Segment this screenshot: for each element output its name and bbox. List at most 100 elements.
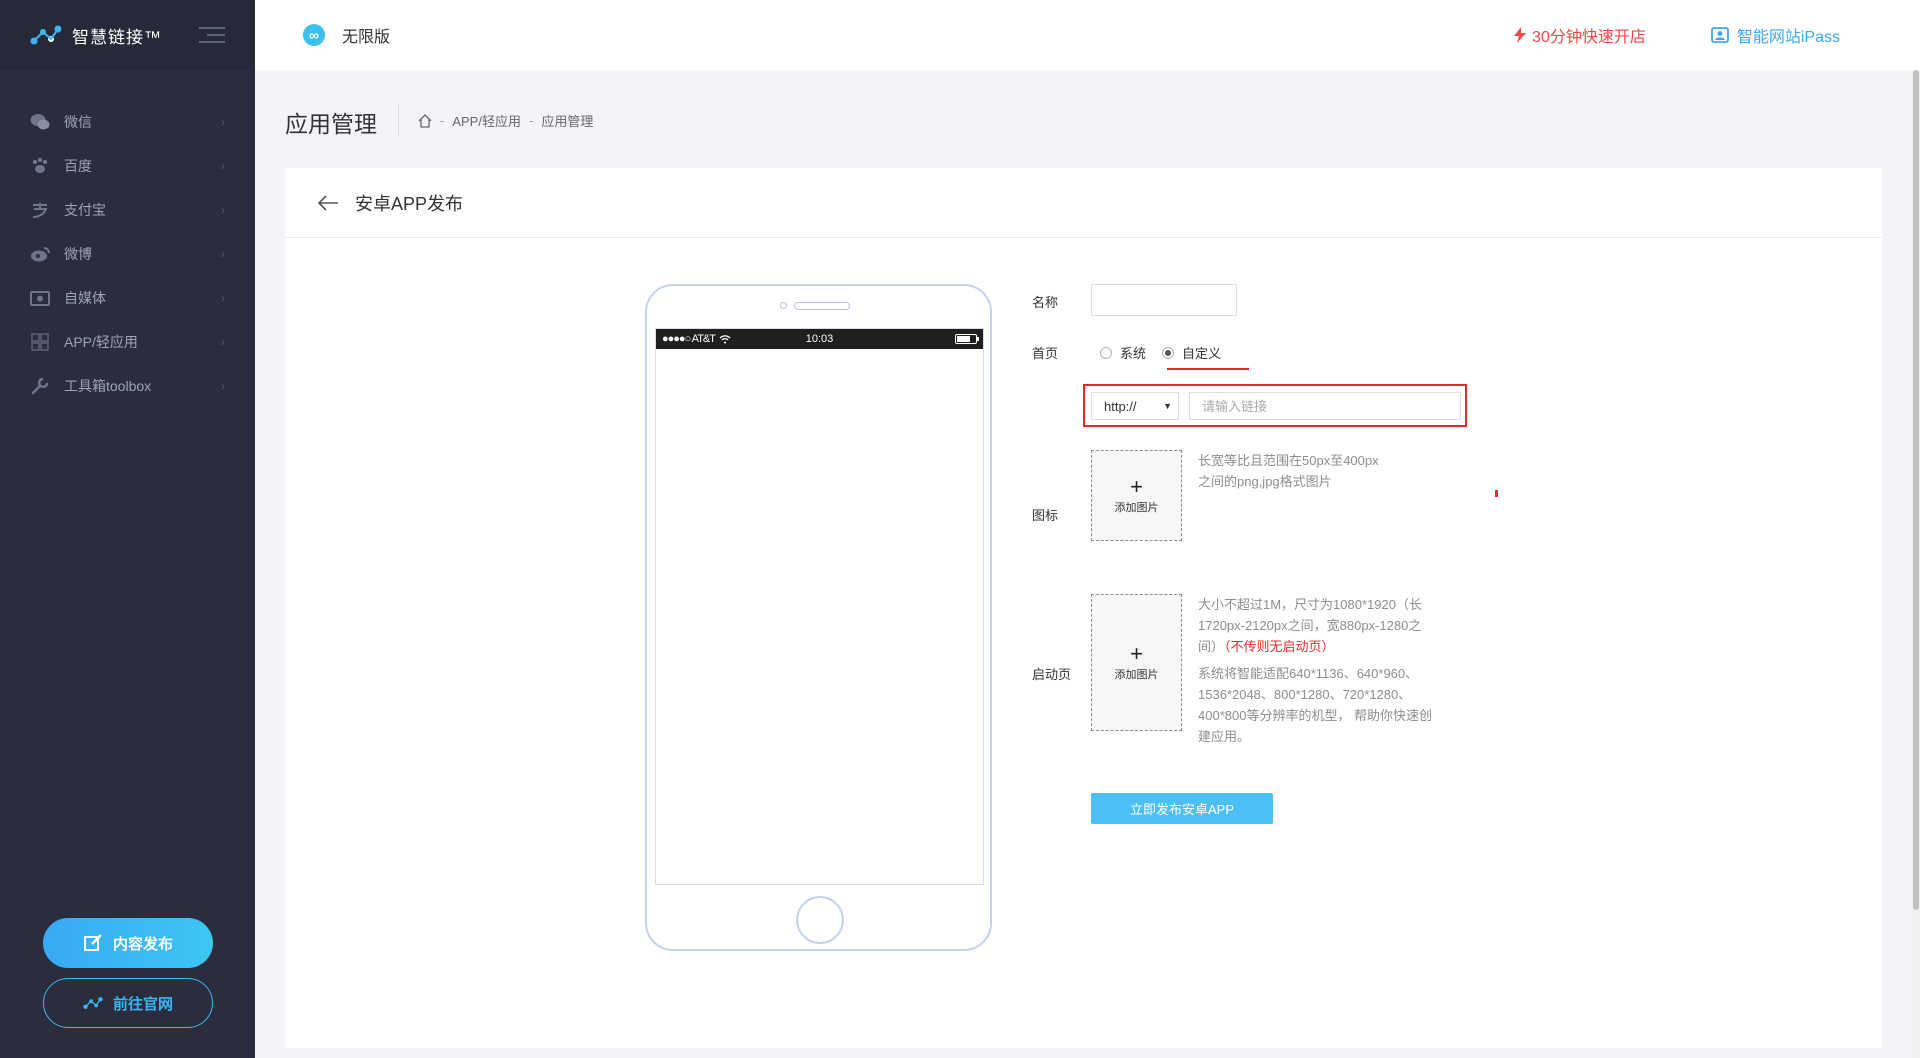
phone-time: 10:03 — [805, 333, 834, 345]
icon-label: 图标 — [1032, 508, 1059, 523]
breadcrumb-separator: - — [440, 113, 445, 128]
app-grid-icon — [30, 332, 50, 352]
sidebar-item-label: APP/轻应用 — [64, 334, 138, 350]
scrollbar-thumb[interactable] — [1913, 70, 1919, 910]
splash-hint-line: 大小不超过1M，尺寸为1080*1920（长 — [1198, 597, 1422, 612]
custom-option-highlight — [1167, 368, 1249, 370]
phone-camera — [780, 302, 787, 309]
add-image-label: 添加图片 — [1114, 501, 1159, 514]
radio-circle[interactable] — [1100, 346, 1112, 359]
phone-preview: ●●●●○ AT&T 10:03 — [645, 284, 992, 951]
protocol-value: http:// — [1104, 398, 1137, 414]
brand-logo-icon — [30, 25, 62, 45]
sidebar-item-alipay[interactable]: 支付宝 › — [0, 188, 255, 232]
paw-icon — [30, 156, 50, 176]
home-icon[interactable] — [418, 113, 432, 128]
edit-icon — [83, 934, 102, 951]
splash-warning: （不传则无启动页） — [1224, 639, 1335, 654]
custom-link-box: http:// ▼ — [1083, 384, 1467, 427]
chevron-right-icon: › — [221, 159, 225, 173]
home-option-system[interactable]: 系统 — [1100, 343, 1146, 362]
menu-toggle-icon[interactable] — [199, 27, 225, 43]
splash-hint-line: 1720px-2120px之间，宽880px-1280之 — [1198, 618, 1422, 633]
home-option-custom[interactable]: 自定义 — [1162, 343, 1221, 362]
sidebar-item-label: 微博 — [64, 246, 92, 262]
chevron-right-icon: › — [221, 115, 225, 129]
back-arrow-icon[interactable] — [315, 190, 341, 216]
content-publish-button[interactable]: 内容发布 — [43, 918, 213, 968]
brand: 智慧链接™ — [0, 0, 255, 70]
infinity-icon: ∞ — [303, 24, 325, 46]
chevron-right-icon: › — [221, 203, 225, 217]
publish-card: 安卓APP发布 ●●●●○ AT&T 10:03 名称 首页 系统 自定义 ht… — [285, 168, 1882, 1048]
sidebar-item-label: 工具箱toolbox — [64, 378, 152, 394]
profile-card-icon — [1710, 27, 1729, 43]
chevron-right-icon: › — [221, 291, 225, 305]
card-title: 安卓APP发布 — [355, 193, 464, 214]
title-divider — [398, 103, 399, 137]
splash-hint-line: 1536*2048、800*1280、720*1280、 — [1198, 687, 1412, 702]
link-input[interactable] — [1189, 392, 1461, 420]
ipass-label: 智能网站iPass — [1736, 29, 1840, 46]
home-radio-group: 系统 自定义 — [1100, 343, 1237, 362]
alipay-icon — [30, 200, 50, 220]
sidebar-item-toolbox[interactable]: 工具箱toolbox › — [0, 364, 255, 408]
sidebar-item-label: 自媒体 — [64, 290, 106, 306]
icon-upload[interactable]: + 添加图片 — [1091, 450, 1182, 541]
chevron-right-icon: › — [221, 247, 225, 261]
icon-hint-line: 之间的png,jpg格式图片 — [1198, 474, 1332, 489]
card-header: 安卓APP发布 — [285, 168, 1882, 238]
breadcrumb-separator: - — [528, 113, 534, 128]
plus-icon: + — [1130, 640, 1143, 666]
radio-circle[interactable] — [1162, 346, 1175, 359]
sidebar-item-label: 支付宝 — [64, 202, 106, 218]
home-label: 首页 — [1032, 346, 1059, 361]
red-mark — [1495, 490, 1498, 497]
publish-android-app-button[interactable]: 立即发布安卓APP — [1091, 793, 1273, 824]
sidebar-item-app[interactable]: APP/轻应用 › — [0, 320, 255, 364]
edition-label: 无限版 — [342, 29, 391, 46]
sidebar-item-label: 微信 — [64, 114, 92, 130]
scrollbar[interactable] — [1912, 70, 1920, 1058]
sidebar: 智慧链接™ 微信 › 百度 › 支付宝 › 微博 › 自媒体 › APP/轻应用… — [0, 0, 255, 1058]
splash-hint-text: 间） — [1198, 639, 1225, 654]
brand-name: 智慧链接™ — [72, 27, 162, 47]
official-site-button[interactable]: 前往官网 — [43, 978, 213, 1028]
ipass-link[interactable]: 智能网站iPass — [1710, 23, 1840, 47]
phone-home-button — [796, 896, 844, 944]
phone-screen: ●●●●○ AT&T 10:03 — [655, 328, 984, 885]
protocol-select[interactable]: http:// ▼ — [1091, 392, 1179, 420]
battery-icon — [955, 334, 979, 344]
topbar: ∞ 无限版 30分钟快速开店 智能网站iPass — [255, 0, 1920, 70]
sidebar-item-media[interactable]: 自媒体 › — [0, 276, 255, 320]
icon-hint: 长宽等比且范围在50px至400px 之间的png,jpg格式图片 — [1198, 450, 1379, 492]
wechat-icon — [30, 112, 50, 132]
chevron-right-icon: › — [221, 335, 225, 349]
official-site-label: 前往官网 — [112, 995, 173, 1013]
breadcrumb-item[interactable]: APP/轻应用 — [452, 111, 521, 130]
breadcrumb: - APP/轻应用 - 应用管理 — [418, 111, 593, 130]
quick-store-label: 30分钟快速开店 — [1532, 29, 1646, 46]
sidebar-item-weibo[interactable]: 微博 › — [0, 232, 255, 276]
icon-hint-line: 长宽等比且范围在50px至400px — [1198, 453, 1379, 468]
phone-speaker — [794, 302, 850, 310]
chevron-right-icon: › — [221, 379, 225, 393]
weibo-icon — [30, 244, 50, 264]
app-name-input[interactable] — [1091, 284, 1237, 316]
add-image-label: 添加图片 — [1114, 668, 1159, 681]
sidebar-item-baidu[interactable]: 百度 › — [0, 144, 255, 188]
splash-hint-line: 系统将智能适配640*1136、640*960、 — [1198, 666, 1419, 681]
page-title: 应用管理 — [285, 111, 377, 137]
lightning-icon — [1514, 27, 1527, 43]
splash-label: 启动页 — [1032, 667, 1072, 682]
radio-label: 系统 — [1120, 346, 1147, 361]
name-label: 名称 — [1032, 295, 1059, 310]
quick-store-link[interactable]: 30分钟快速开店 — [1514, 23, 1646, 47]
plus-icon: + — [1130, 473, 1143, 499]
brand-logo-icon — [83, 997, 103, 1009]
radio-label: 自定义 — [1182, 346, 1222, 361]
wrench-icon — [30, 376, 50, 396]
splash-upload[interactable]: + 添加图片 — [1091, 594, 1182, 731]
sidebar-item-wechat[interactable]: 微信 › — [0, 100, 255, 144]
caret-down-icon: ▼ — [1163, 401, 1172, 411]
